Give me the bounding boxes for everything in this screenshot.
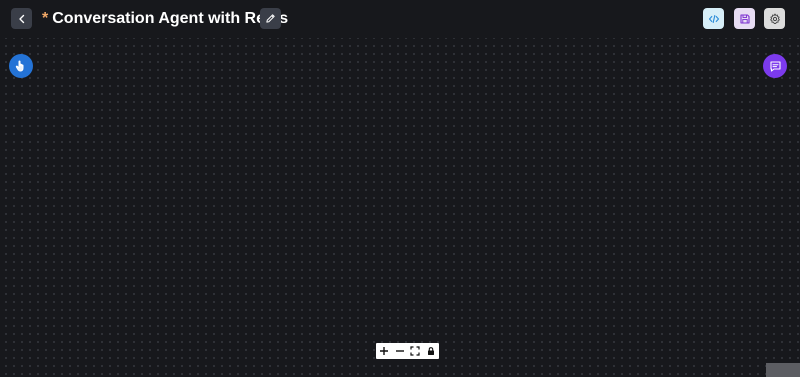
unsaved-indicator: * [42,9,49,27]
minimap[interactable] [766,363,800,377]
flow-title: Conversation Agent with Redis [52,9,289,27]
gear-icon [769,13,780,24]
lock-canvas-button[interactable] [424,344,438,358]
edit-title-button[interactable] [260,8,281,29]
zoom-in-button[interactable] [377,344,391,358]
page-title: * Conversation Agent with Redis [42,8,288,29]
fullscreen-icon [410,346,420,356]
pencil-icon [266,14,275,23]
chat-button[interactable] [763,54,787,78]
drag-mode-button[interactable] [9,54,33,78]
fit-view-button[interactable] [408,344,422,358]
plus-icon [379,347,388,355]
zoom-out-button[interactable] [393,344,407,358]
chevron-left-icon [18,14,24,23]
minus-icon [395,350,404,352]
save-icon [739,13,750,24]
save-button[interactable] [734,8,755,29]
lock-icon [428,347,435,355]
message-icon [769,60,781,72]
api-code-button[interactable] [703,8,724,29]
canvas-controls [376,343,439,359]
back-button[interactable] [11,8,32,29]
settings-button[interactable] [764,8,785,29]
code-icon [708,14,719,23]
hand-pointer-icon [15,60,24,72]
header-bar: * Conversation Agent with Redis [0,0,800,38]
flow-canvas[interactable]: * Conversation Agent with Redis [0,0,800,377]
